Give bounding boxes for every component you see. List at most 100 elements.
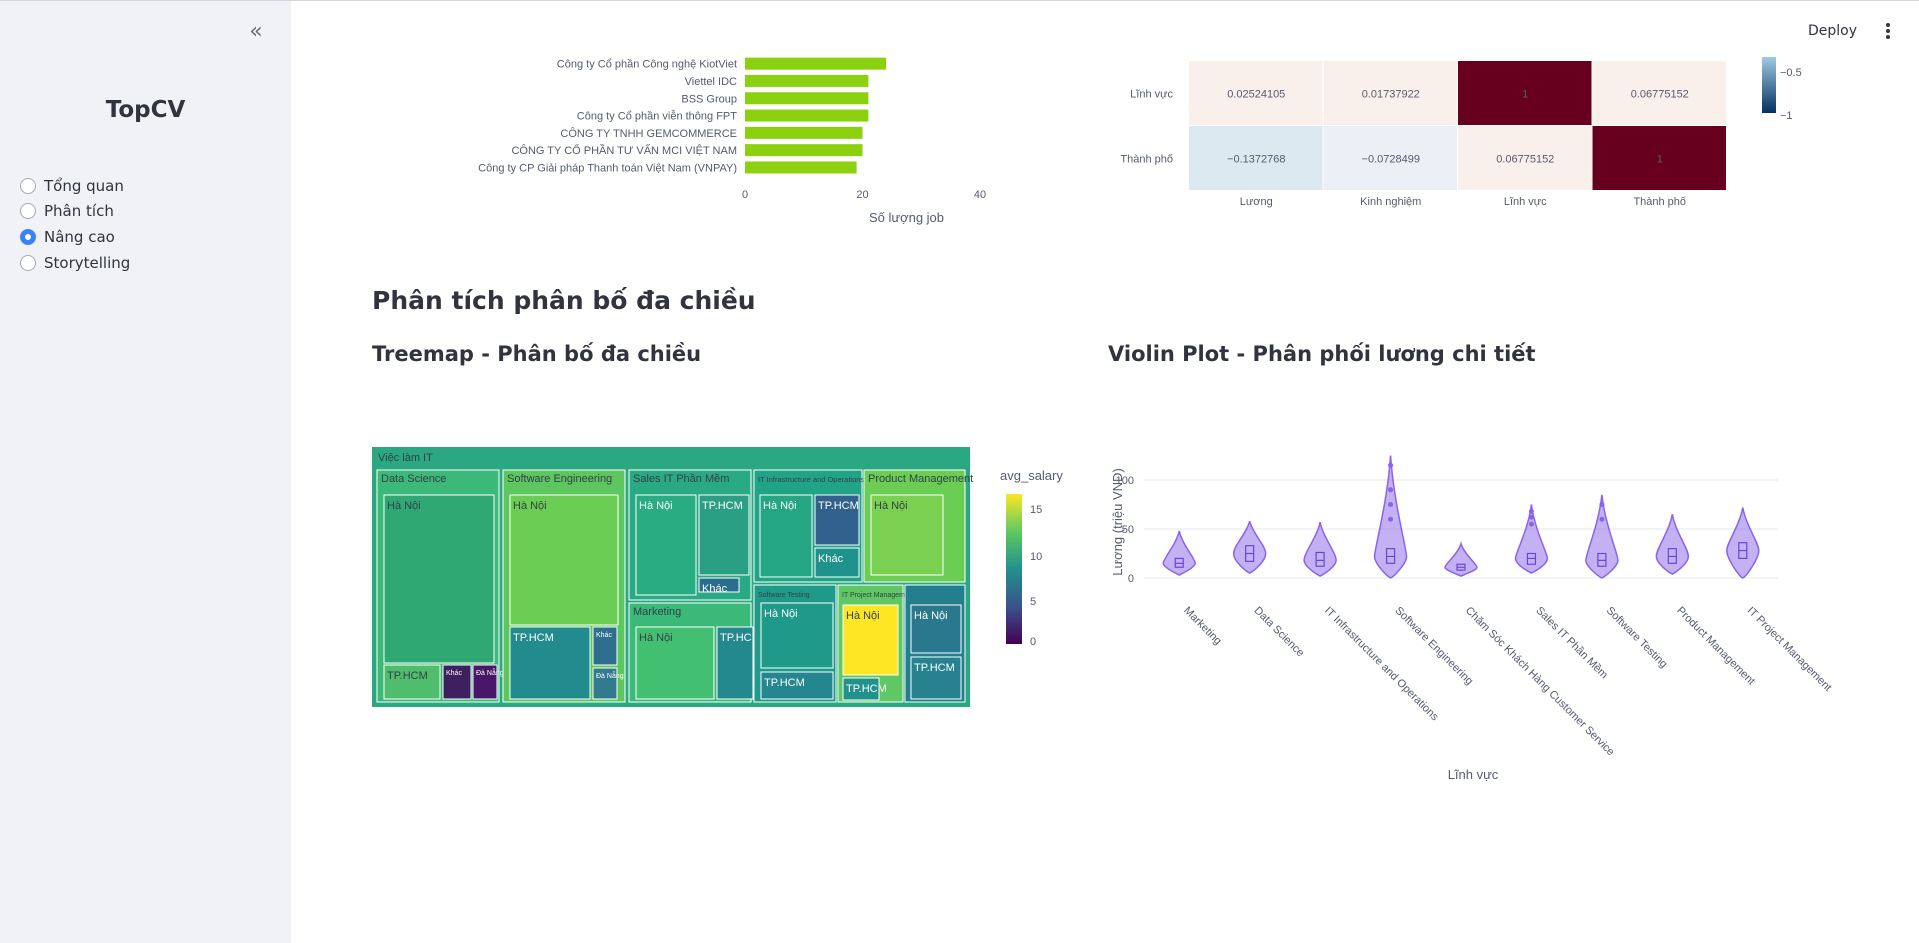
treemap-leaf-label: TP.HCM xyxy=(914,662,955,674)
treemap-leaf-label: Đà Nẵng xyxy=(476,668,504,677)
bar xyxy=(745,74,869,87)
section-title-multi: Phân tích phân bố đa chiều xyxy=(372,286,756,315)
violin-shape xyxy=(1162,530,1196,576)
radio-checked-icon[interactable] xyxy=(20,228,36,245)
bar-category-label: BSS Group xyxy=(681,93,737,105)
bar xyxy=(745,161,857,174)
brand-title: TopCV xyxy=(105,97,186,123)
heatmap-cell-label: −0.1372768 xyxy=(1227,154,1285,166)
heatmap-col-label: Lương xyxy=(1240,196,1273,208)
heatmap-cell-label: 0.06775152 xyxy=(1631,89,1689,101)
violin-outlier xyxy=(1388,516,1394,522)
violin-outlier xyxy=(1528,508,1534,514)
colorbar-title: avg_salary xyxy=(1000,468,1063,483)
colorbar-tick: 0 xyxy=(1030,636,1036,648)
nav-label: Storytelling xyxy=(44,253,131,272)
treemap-leaf-label: TP.HCM xyxy=(513,632,554,644)
bar-category-label: Công ty CP Giải pháp Thanh toán Việt Nam… xyxy=(478,162,737,174)
violin-outlier xyxy=(1388,487,1394,493)
sidebar: « TopCV Tổng quan Phân tích Nâng cao Sto… xyxy=(0,1,291,943)
x-tick-label: Software Engineering xyxy=(1392,605,1475,688)
nav-label: Nâng cao xyxy=(44,227,115,246)
violin-shape xyxy=(1303,521,1337,577)
x-tick-label: 0 xyxy=(742,189,748,201)
colorbar-tick: −1 xyxy=(1780,110,1793,122)
violin-shape xyxy=(1585,494,1619,579)
violin-outlier xyxy=(1388,462,1394,468)
nav-item-nang-cao[interactable]: Nâng cao xyxy=(20,224,130,250)
treemap-leaf xyxy=(383,494,495,664)
bar xyxy=(745,126,863,139)
bar xyxy=(745,57,886,70)
treemap-group-label: IT Infrastructure and Operations xyxy=(758,475,864,484)
violin-outlier xyxy=(1528,521,1534,527)
treemap-leaf-label: Khác xyxy=(702,583,728,595)
heatmap-col-label: Lĩnh vực xyxy=(1504,196,1547,208)
treemap-leaf-label: Đà Nẵng xyxy=(596,671,624,680)
treemap-leaf-label: TP.HCM xyxy=(846,683,887,695)
deploy-button[interactable]: Deploy xyxy=(1808,23,1857,39)
radio-icon[interactable] xyxy=(20,203,36,220)
violin-outlier xyxy=(1388,502,1394,507)
colorbar-tick: 15 xyxy=(1030,504,1042,516)
treemap-leaf-label: TP.HCM xyxy=(764,677,805,689)
colorbar xyxy=(1006,494,1022,644)
treemap-root-label: Việc làm IT xyxy=(378,452,433,464)
treemap-group-label: Software Testing xyxy=(758,592,810,599)
nav-label: Phân tích xyxy=(44,202,114,221)
treemap-leaf-label: Hà Nội xyxy=(846,610,880,622)
treemap-group-label: Software Engineering xyxy=(507,473,612,485)
bar-category-label: Viettel IDC xyxy=(685,76,737,88)
violin-title: Violin Plot - Phân phối lương chi tiết xyxy=(1108,342,1536,366)
treemap-group-label: Data Science xyxy=(381,473,446,485)
x-tick-label: 20 xyxy=(856,189,868,201)
colorbar-tick: 5 xyxy=(1030,596,1036,608)
treemap-leaf-label: Khác xyxy=(596,632,612,639)
x-tick-label: Sales IT Phần Mềm xyxy=(1533,605,1610,682)
x-tick-label: IT Project Management xyxy=(1745,605,1834,694)
x-tick-label: Marketing xyxy=(1181,605,1224,648)
bar-category-label: Công ty Cổ phần viễn thông FPT xyxy=(577,110,737,123)
collapse-sidebar-icon[interactable]: « xyxy=(242,19,270,47)
violin-outlier xyxy=(1599,502,1605,507)
violin-shape xyxy=(1444,541,1478,577)
treemap-leaf-label: Hà Nội xyxy=(639,632,673,644)
treemap-group-label: Product Management xyxy=(868,473,973,485)
x-tick-label: Product Management xyxy=(1674,605,1757,688)
treemap-leaf-label: Khác xyxy=(818,553,844,565)
treemap-leaf-label: Hà Nội xyxy=(874,500,908,512)
colorbar-tick: −0.5 xyxy=(1780,67,1802,79)
nav-item-storytelling[interactable]: Storytelling xyxy=(20,250,130,276)
bar xyxy=(745,144,863,157)
heatmap-cell-label: 1 xyxy=(1522,89,1528,101)
x-tick-label: Data Science xyxy=(1252,605,1307,660)
correlation-heatmap: Lĩnh vực 0.02524105 0.01737922 1 0.06775152 T… xyxy=(1120,57,1802,208)
heatmap-cell-label: 0.06775152 xyxy=(1496,154,1554,166)
heatmap-cell-label: 0.02524105 xyxy=(1227,89,1285,101)
radio-icon[interactable] xyxy=(20,177,36,194)
heatmap-cell-label: 1 xyxy=(1657,154,1663,166)
nav-item-phan-tich[interactable]: Phân tích xyxy=(20,199,130,225)
y-tick-label: 0 xyxy=(1128,573,1134,585)
treemap-group-label: Marketing xyxy=(633,606,681,618)
treemap-leaf-label: TP.HCM xyxy=(702,500,743,512)
heatmap-col-label: Kinh nghiệm xyxy=(1360,196,1421,208)
x-tick-label: Chăm Sóc Khách Hàng Customer Service xyxy=(1463,605,1617,759)
x-axis-title: Số lượng job xyxy=(869,210,944,225)
bar-category-label: Công ty Cổ phần Công nghệ KiotViet xyxy=(557,59,737,71)
main-menu-icon[interactable] xyxy=(1881,21,1895,43)
treemap-group-label: Sales IT Phần Mềm xyxy=(633,473,729,485)
radio-icon[interactable] xyxy=(20,254,36,271)
x-tick-label: Software Testing xyxy=(1604,605,1670,671)
x-tick-label: IT Infrastructure and Operations xyxy=(1322,605,1441,724)
violin-outlier xyxy=(1599,516,1605,522)
colorbar xyxy=(1762,57,1776,113)
violin-outlier xyxy=(1528,514,1534,520)
colorbar-tick: 10 xyxy=(1030,551,1042,563)
nav-item-tong-quan[interactable]: Tổng quan xyxy=(20,173,130,199)
treemap-title: Treemap - Phân bố đa chiều xyxy=(372,342,702,366)
violin-chart: 050100Lương (triệu VND)Marketing Data Sci… xyxy=(1110,455,1834,782)
heatmap-row-label: Thành phố xyxy=(1120,154,1173,166)
treemap-leaf-label: Hà Nội xyxy=(764,608,798,620)
y-axis-title: Lương (triệu VND) xyxy=(1110,468,1125,576)
